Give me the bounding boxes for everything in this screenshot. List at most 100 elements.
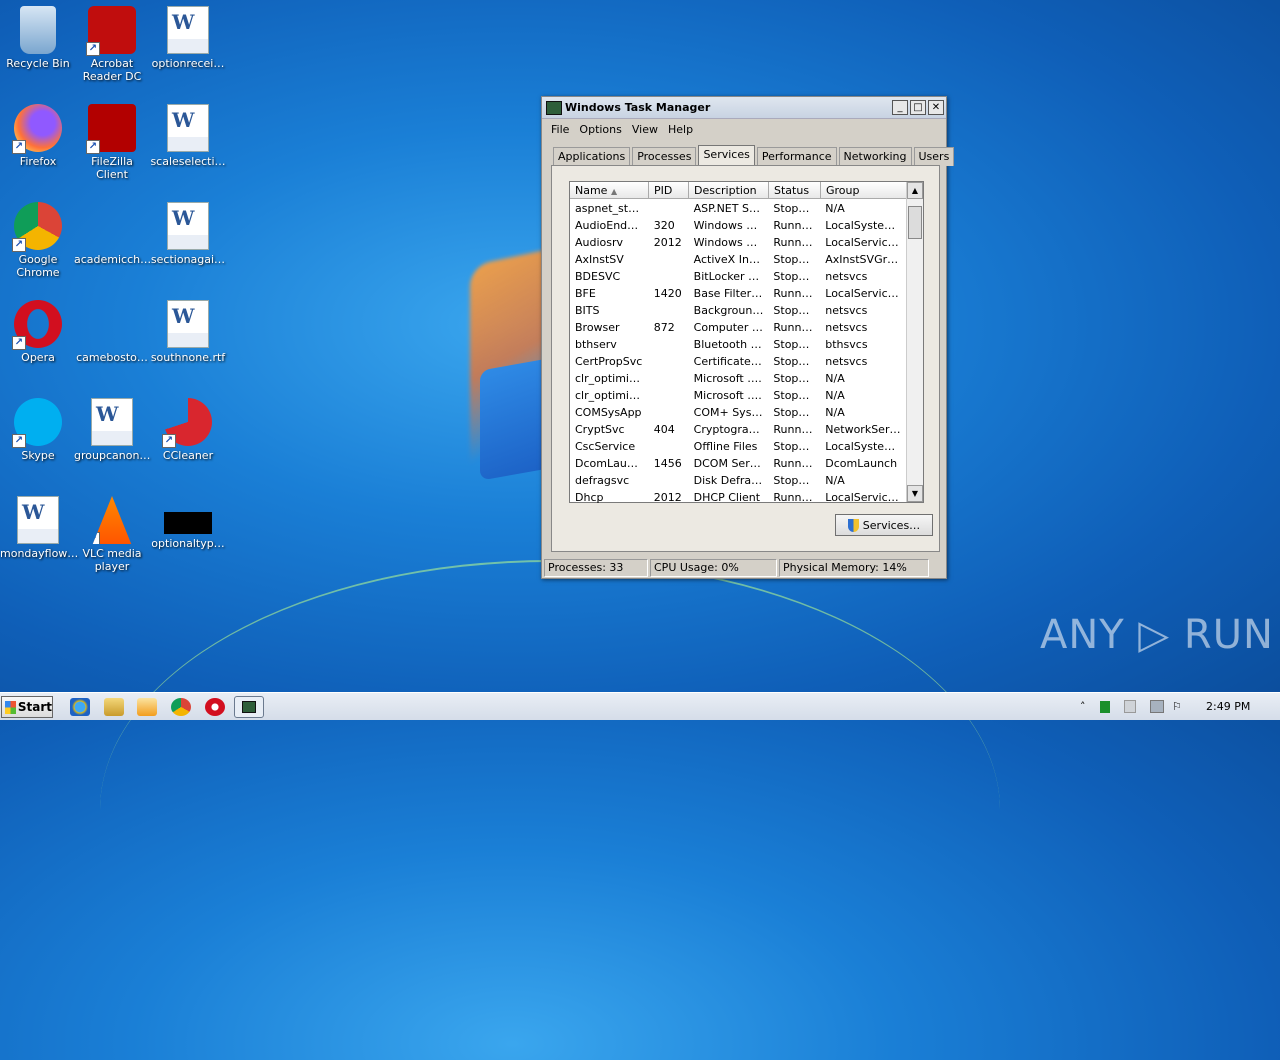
scroll-down-arrow-icon[interactable]: ▼ [907, 485, 923, 502]
desktop-icon-optionaltyp[interactable]: optionaltyp… [150, 496, 226, 550]
services-button[interactable]: Services… [835, 514, 933, 536]
cell-name: Browser [575, 321, 620, 334]
column-group[interactable]: Group [821, 182, 907, 198]
taskbar: Start ˄ ⚐ 2:49 PM [0, 692, 1280, 720]
cell-group: LocalServic… [825, 287, 899, 300]
task-manager-icon [242, 701, 256, 713]
menu-file[interactable]: File [546, 123, 574, 136]
column-status[interactable]: Status [769, 182, 821, 198]
cell-group: DcomLaunch [825, 457, 898, 470]
cell-name: DcomLaunch [575, 457, 647, 470]
column-name[interactable]: Name ▲ [570, 182, 649, 198]
cell-description: Disk Defrag… [693, 474, 769, 487]
cell-name: Dhcp [575, 491, 604, 504]
table-row[interactable]: bthserv Bluetooth S… Stopped bthsvcs [570, 336, 906, 353]
clock[interactable]: 2:49 PM [1206, 700, 1250, 713]
ie-icon[interactable] [70, 698, 90, 716]
task-manager-window[interactable]: Windows Task Manager _ □ ✕ File Options … [541, 96, 955, 579]
table-row[interactable]: AxInstSV ActiveX Ins… Stopped AxInstSVGr… [570, 251, 906, 268]
table-row[interactable]: COMSysApp COM+ Syst… Stopped N/A [570, 404, 906, 421]
network-icon[interactable] [1150, 700, 1164, 713]
desktop-icon-camebosto[interactable]: camebosto… [74, 300, 150, 364]
task-manager-taskbar-button[interactable] [234, 696, 264, 718]
tray-app-icon[interactable] [1124, 700, 1136, 713]
green-tray-icon[interactable] [1100, 701, 1110, 713]
tab-services[interactable]: Services [698, 145, 755, 167]
opera-icon[interactable] [205, 698, 225, 716]
desktop-icon-label: Google Chrome [16, 253, 60, 279]
cell-status: Stopped [773, 389, 820, 402]
desktop-icon-ccleaner[interactable]: ↗ CCleaner [150, 398, 226, 462]
table-row[interactable]: CscService Offline Files Stopped LocalSyste… [570, 438, 906, 455]
table-row[interactable]: BFE 1420 Base Filteri… Running LocalServic… [570, 285, 906, 302]
shortcut-arrow-icon: ↗ [12, 238, 26, 252]
menu-help[interactable]: Help [663, 123, 698, 136]
action-center-flag-icon[interactable]: ⚐ [1172, 700, 1186, 713]
table-row[interactable]: Browser 872 Computer B… Running netsvcs [570, 319, 906, 336]
menu-options[interactable]: Options [574, 123, 626, 136]
show-hidden-icons-icon[interactable]: ˄ [1080, 700, 1086, 713]
column-description[interactable]: Description [689, 182, 769, 198]
desktop-icon-label: VLC media player [82, 547, 142, 573]
chrome-icon[interactable] [171, 698, 191, 716]
recycle-bin-icon [20, 6, 56, 54]
desktop-icon-mondayflow[interactable]: Wmondayflow… [0, 496, 78, 560]
vertical-scrollbar[interactable]: ▲ ▼ [906, 182, 923, 502]
table-row[interactable]: CertPropSvc Certificate … Stopped netsvcs [570, 353, 906, 370]
desktop-icon-acrobat-reader-dc[interactable]: ↗ Acrobat Reader DC [74, 6, 150, 83]
scroll-up-arrow-icon[interactable]: ▲ [907, 182, 923, 199]
table-row[interactable]: aspnet_state ASP.NET St… Stopped N/A [570, 200, 906, 217]
start-button[interactable]: Start [1, 696, 53, 718]
desktop-icon-sectionagai[interactable]: Wsectionagai… [150, 202, 226, 266]
close-button[interactable]: ✕ [928, 100, 944, 115]
desktop-icon-skype[interactable]: ↗ Skype [0, 398, 76, 462]
title-bar[interactable]: Windows Task Manager _ □ ✕ [542, 97, 946, 119]
desktop-icon-recycle-bin[interactable]: Recycle Bin [0, 6, 76, 70]
desktop-icon-label: Firefox [19, 155, 57, 168]
list-body: aspnet_state ASP.NET St… Stopped N/A AudioEn… [570, 200, 906, 506]
table-row[interactable]: clr_optimiza… Microsoft …. Stopped N/A [570, 370, 906, 387]
chrome-icon: ↗ [12, 202, 62, 252]
table-row[interactable]: clr_optimiza… Microsoft …. Stopped N/A [570, 387, 906, 404]
desktop-icon-groupcanon[interactable]: Wgroupcanon… [74, 398, 150, 462]
minimize-button[interactable]: _ [892, 100, 908, 115]
cell-status: Stopped [773, 440, 820, 453]
table-row[interactable]: AudioEndpoi… 320 Windows A… Running LocalSys… [570, 217, 906, 234]
column-pid[interactable]: PID [649, 182, 689, 198]
cell-group: netsvcs [825, 304, 868, 317]
table-row[interactable]: Dhcp 2012 DHCP Client Running LocalServic… [570, 489, 906, 506]
tab-processes[interactable]: Processes [632, 147, 697, 166]
menu-view[interactable]: View [627, 123, 663, 136]
desktop-icon-optionrecei[interactable]: Woptionrecei… [150, 6, 226, 70]
cell-description: DHCP Client [693, 491, 761, 504]
media-player-icon[interactable] [137, 698, 157, 716]
desktop-icon-scaleselecti[interactable]: Wscaleselecti… [150, 104, 226, 168]
explorer-icon[interactable] [104, 698, 124, 716]
cell-description: Windows A… [693, 219, 765, 232]
tab-networking[interactable]: Networking [838, 147, 912, 166]
tab-applications[interactable]: Applications [553, 147, 631, 166]
cell-name: aspnet_state [575, 202, 646, 215]
desktop-icon-southnone-rtf[interactable]: Wsouthnone.rtf [150, 300, 226, 364]
table-row[interactable]: Audiosrv 2012 Windows A… Running LocalServic… [570, 234, 906, 251]
tab-performance[interactable]: Performance [756, 147, 837, 166]
desktop-icon-google-chrome[interactable]: ↗ Google Chrome [0, 202, 76, 279]
tab-users[interactable]: Users [913, 147, 955, 166]
maximize-button[interactable]: □ [910, 100, 926, 115]
column-name-label: Name [575, 184, 608, 197]
table-row[interactable]: CryptSvc 404 Cryptograp… Running NetworkSer… [570, 421, 906, 438]
table-row[interactable]: DcomLaunch 1456 DCOM Serv… Running DcomLaunc… [570, 455, 906, 472]
sort-ascending-icon: ▲ [610, 187, 618, 196]
desktop-icon-filezilla-client[interactable]: ↗ FileZilla Client [74, 104, 150, 181]
scroll-thumb[interactable] [908, 206, 922, 239]
task-manager-icon [546, 100, 562, 115]
desktop-icon-opera[interactable]: ↗ Opera [0, 300, 76, 364]
table-row[interactable]: defragsvc Disk Defrag… Stopped N/A [570, 472, 906, 489]
desktop-icon-vlc-media-player[interactable]: ↗ VLC media player [74, 496, 150, 573]
desktop-icon-academicch[interactable]: academicch… [74, 202, 151, 266]
services-list[interactable]: Name ▲ PID Description Status Group aspn… [569, 181, 924, 506]
table-row[interactable]: BDESVC BitLocker D… Stopped netsvcs [570, 268, 906, 285]
table-row[interactable]: BITS Background… Stopped netsvcs [570, 302, 906, 319]
desktop-icon-firefox[interactable]: ↗ Firefox [0, 104, 76, 168]
word-document-icon: W [17, 496, 59, 544]
